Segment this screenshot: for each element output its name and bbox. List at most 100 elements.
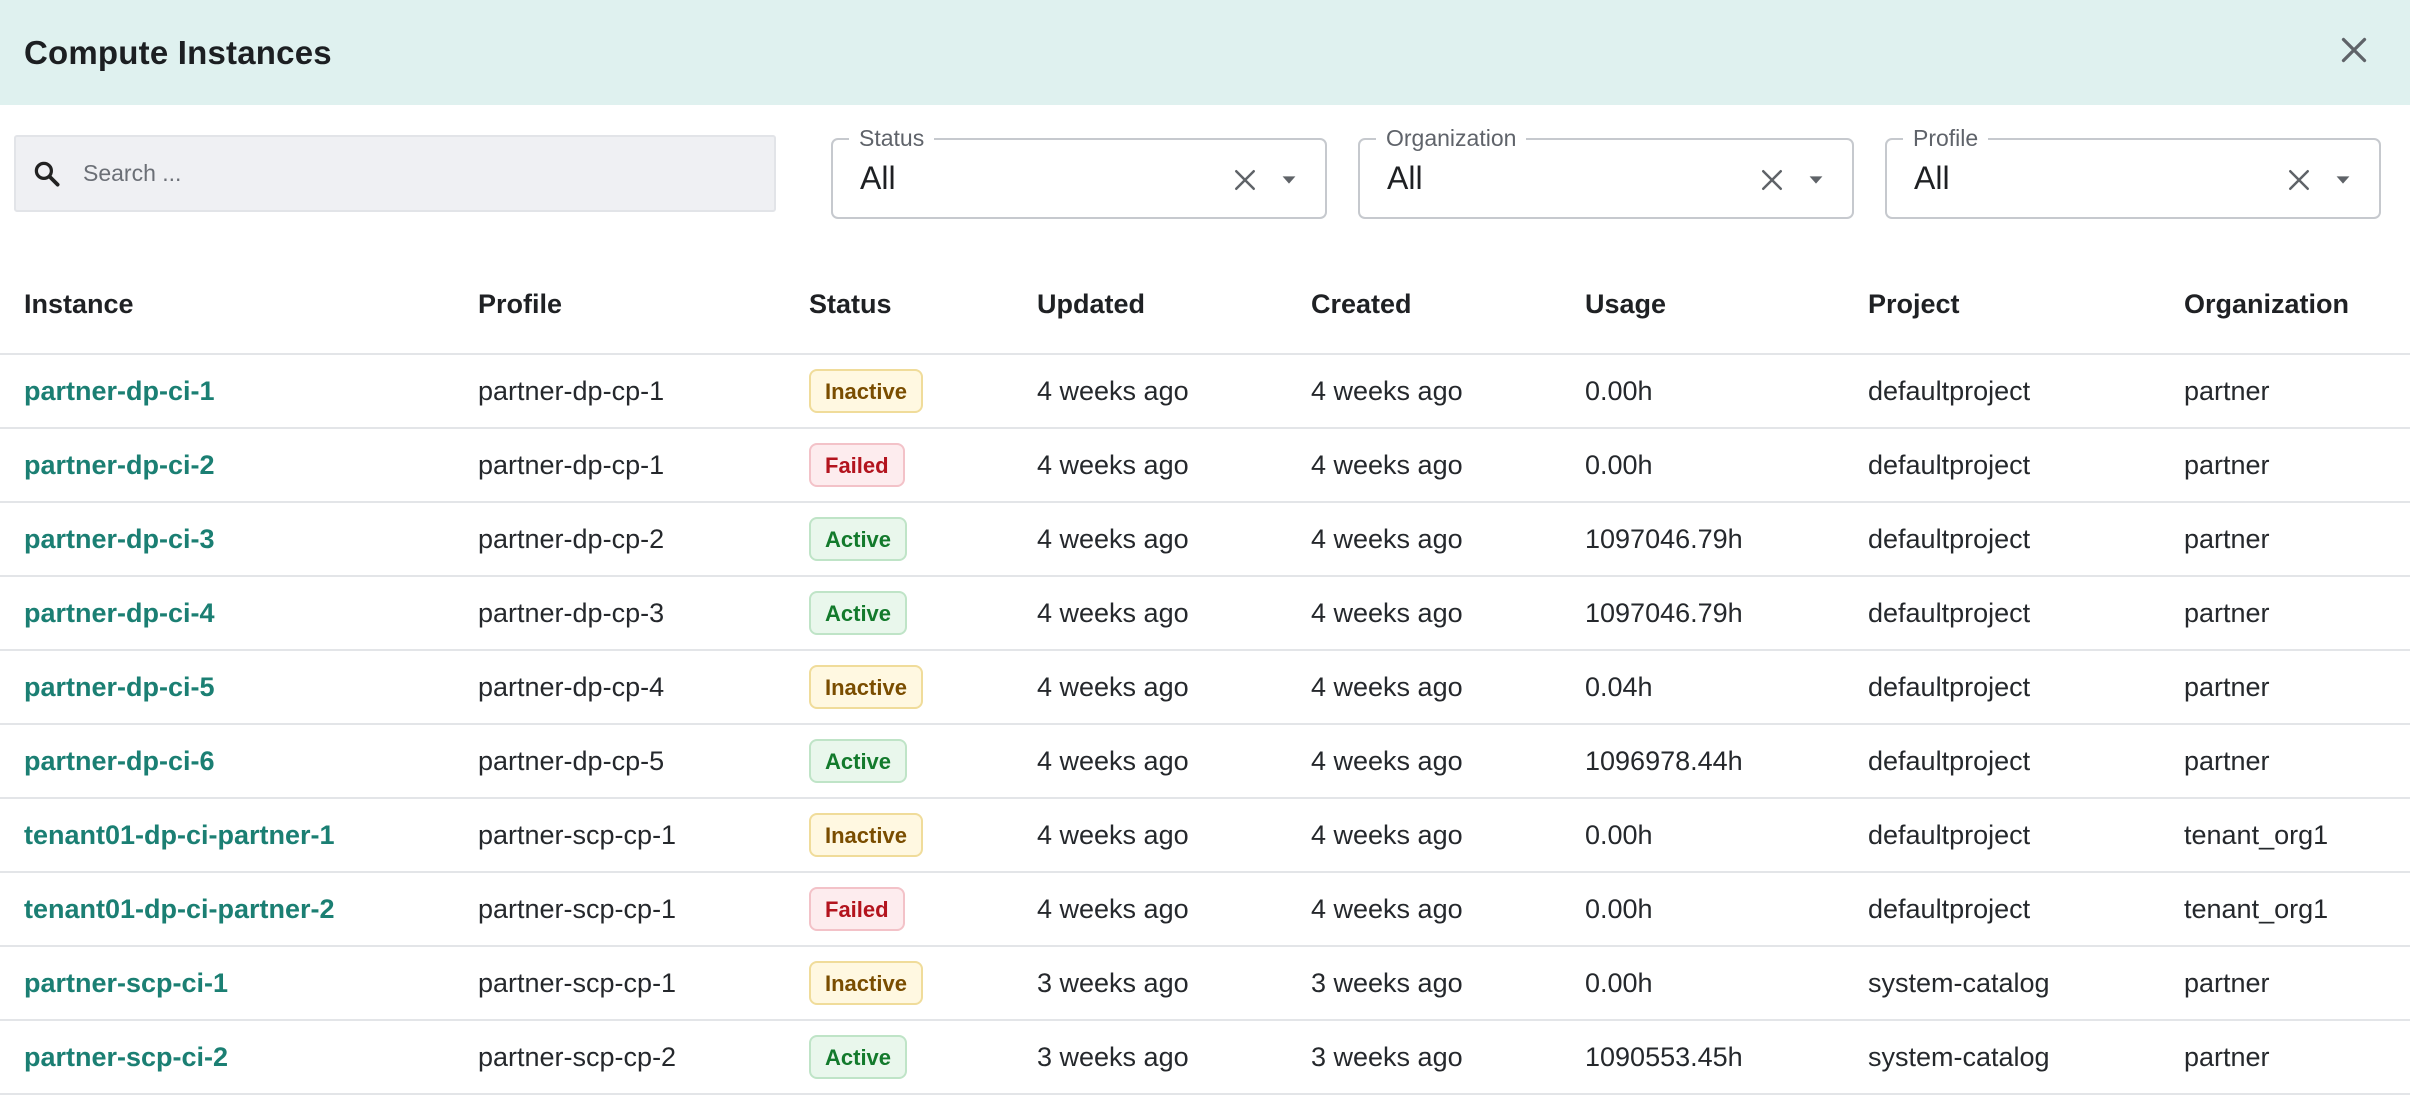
instance-link[interactable]: partner-dp-ci-1 [24,376,215,407]
cell-project: defaultproject [1868,597,2031,628]
cell-profile: partner-dp-cp-1 [478,375,665,406]
profile-filter-select[interactable]: Profile All [1885,123,2381,219]
cell-status: Active [809,591,908,635]
table-row[interactable]: partner-dp-ci-2 partner-dp-cp-1 Failed 4 we… [0,429,2410,503]
status-badge: Failed [809,887,905,931]
cell-organization: partner [2184,967,2270,998]
table-row[interactable]: partner-dp-ci-3 partner-dp-cp-2 Active 4 we… [0,503,2410,577]
chevron-down-icon[interactable] [2329,166,2357,194]
cell-updated: 4 weeks ago [1037,523,1189,554]
status-badge: Inactive [809,665,923,709]
search-input[interactable] [81,159,725,188]
cell-usage: 0.00h [1585,967,1653,998]
status-badge: Inactive [809,369,923,413]
status-filter-select[interactable]: Status All [831,123,1327,219]
column-header-instance[interactable]: Instance [24,289,134,320]
cell-updated: 4 weeks ago [1037,893,1189,924]
cell-project: defaultproject [1868,745,2031,776]
instance-link[interactable]: partner-scp-ci-1 [24,968,228,999]
cell-created: 4 weeks ago [1311,449,1463,480]
cell-updated: 4 weeks ago [1037,745,1189,776]
cell-status: Inactive [809,665,923,709]
status-badge: Active [809,1035,908,1079]
cell-organization: partner [2184,745,2270,776]
instance-link[interactable]: tenant01-dp-ci-partner-1 [24,820,335,851]
instances-table: Instance Profile Status Updated Created … [0,255,2410,1095]
cell-created: 4 weeks ago [1311,893,1463,924]
table-row[interactable]: partner-dp-ci-5 partner-dp-cp-4 Inactive 4 … [0,651,2410,725]
column-header-created[interactable]: Created [1311,289,1412,320]
dialog-header: Compute Instances [0,0,2410,105]
table-row[interactable]: partner-dp-ci-6 partner-dp-cp-5 Active 4 we… [0,725,2410,799]
cell-created: 4 weeks ago [1311,523,1463,554]
table-header: Instance Profile Status Updated Created … [0,255,2410,355]
cell-usage: 0.00h [1585,449,1653,480]
cell-usage: 0.04h [1585,671,1653,702]
cell-status: Failed [809,443,905,487]
clear-icon[interactable] [1754,162,1790,198]
filter-bar: Status All Organization All Profile All [0,105,2410,255]
chevron-down-icon[interactable] [1802,166,1830,194]
cell-created: 4 weeks ago [1311,819,1463,850]
profile-filter-label: Profile [1903,123,1989,153]
table-row[interactable]: partner-dp-ci-1 partner-dp-cp-1 Inactive 4 … [0,355,2410,429]
instance-link[interactable]: partner-dp-ci-6 [24,746,215,777]
close-icon [2336,32,2372,73]
cell-status: Active [809,517,908,561]
cell-usage: 1090553.45h [1585,1041,1743,1072]
clear-icon[interactable] [1227,162,1263,198]
cell-profile: partner-scp-cp-1 [478,819,677,850]
cell-organization: partner [2184,449,2270,480]
cell-profile: partner-scp-cp-1 [478,967,677,998]
cell-updated: 3 weeks ago [1037,967,1189,998]
cell-project: system-catalog [1868,1041,2050,1072]
cell-usage: 1097046.79h [1585,523,1743,554]
cell-organization: partner [2184,375,2270,406]
status-badge: Failed [809,443,905,487]
search-box [14,135,776,212]
cell-status: Active [809,1035,908,1079]
organization-filter-value: All [1387,160,1423,196]
cell-profile: partner-dp-cp-2 [478,523,665,554]
cell-project: defaultproject [1868,671,2031,702]
column-header-organization[interactable]: Organization [2184,289,2349,320]
cell-organization: tenant_org1 [2184,819,2329,850]
instance-link[interactable]: tenant01-dp-ci-partner-2 [24,894,335,925]
instance-link[interactable]: partner-scp-ci-2 [24,1042,228,1073]
cell-organization: partner [2184,597,2270,628]
column-header-project[interactable]: Project [1868,289,1960,320]
cell-profile: partner-scp-cp-1 [478,893,677,924]
instance-link[interactable]: partner-dp-ci-3 [24,524,215,555]
table-row[interactable]: partner-scp-ci-1 partner-scp-cp-1 Inactive… [0,947,2410,1021]
cell-updated: 4 weeks ago [1037,671,1189,702]
cell-project: defaultproject [1868,893,2031,924]
column-header-status[interactable]: Status [809,289,892,320]
close-button[interactable] [2328,27,2380,79]
column-header-usage[interactable]: Usage [1585,289,1666,320]
cell-project: system-catalog [1868,967,2050,998]
cell-project: defaultproject [1868,449,2031,480]
clear-icon[interactable] [2281,162,2317,198]
status-badge: Active [809,739,908,783]
table-body: partner-dp-ci-1 partner-dp-cp-1 Inactive 4 … [0,355,2410,1095]
cell-organization: tenant_org1 [2184,893,2329,924]
instance-link[interactable]: partner-dp-ci-5 [24,672,215,703]
chevron-down-icon[interactable] [1275,166,1303,194]
cell-created: 4 weeks ago [1311,745,1463,776]
table-row[interactable]: tenant01-dp-ci-partner-2 partner-scp-cp-1… [0,873,2410,947]
organization-filter-label: Organization [1376,123,1527,153]
table-row[interactable]: partner-dp-ci-4 partner-dp-cp-3 Active 4 we… [0,577,2410,651]
cell-profile: partner-dp-cp-1 [478,449,665,480]
cell-usage: 1096978.44h [1585,745,1743,776]
search-icon [30,157,64,191]
cell-status: Active [809,739,908,783]
column-header-profile[interactable]: Profile [478,289,562,320]
table-row[interactable]: tenant01-dp-ci-partner-1 partner-scp-cp-1… [0,799,2410,873]
organization-filter-select[interactable]: Organization All [1358,123,1854,219]
table-row[interactable]: partner-scp-ci-2 partner-scp-cp-2 Active 3 … [0,1021,2410,1095]
column-header-updated[interactable]: Updated [1037,289,1145,320]
instance-link[interactable]: partner-dp-ci-2 [24,450,215,481]
cell-usage: 0.00h [1585,375,1653,406]
cell-profile: partner-dp-cp-4 [478,671,665,702]
instance-link[interactable]: partner-dp-ci-4 [24,598,215,629]
